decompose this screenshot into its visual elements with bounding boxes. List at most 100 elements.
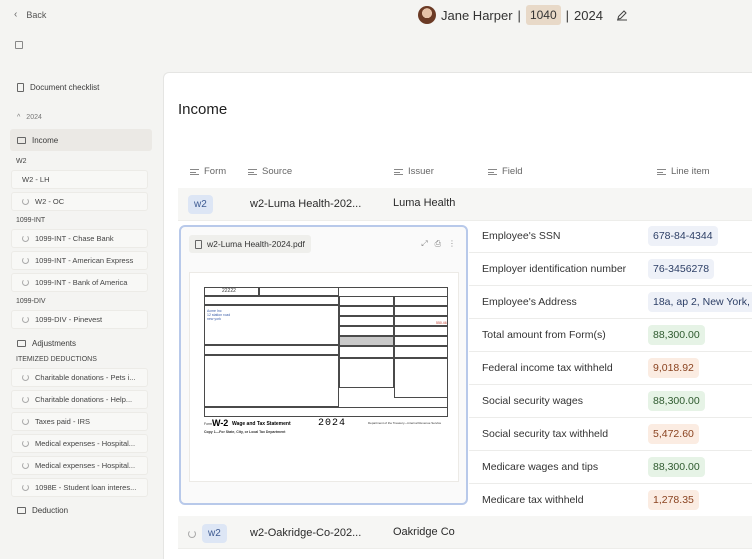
issuer-cell: Luma Health [393,197,456,209]
sidebar-item-1098e[interactable]: 1098E - Student loan interes... [11,478,148,497]
user-name: Jane Harper [441,7,513,23]
print-icon[interactable]: ⎙ [435,239,441,249]
column-header-label: Source [262,166,293,177]
column-header-field[interactable]: Field [488,166,523,177]
sidebar-item-label: Charitable donations - Pets i... [35,373,136,382]
sidebar-item-label: Adjustments [32,338,77,348]
sidebar-item-label: 1099-INT - Chase Bank [35,234,114,243]
sidebar-item-label: W2 - LH [22,175,50,184]
separator: | [565,7,570,23]
w2-title: W-2 [212,418,229,428]
line-item-value[interactable]: 88,300.00 [648,391,705,411]
sidebar-item-charity-help[interactable]: Charitable donations - Help... [11,390,148,409]
column-header-source[interactable]: Source [248,166,292,177]
sidebar-item-document-checklist[interactable]: Document checklist [10,77,152,97]
line-item-value[interactable]: 88,300.00 [648,457,705,477]
sidebar-item-int-amex[interactable]: 1099-INT - American Express [11,251,148,270]
sidebar-item-label: Medical expenses - Hospital... [35,439,136,448]
sidebar-item-label: 1099-INT - American Express [35,256,134,265]
sidebar-item-label: Medical expenses - Hospital... [35,461,136,470]
folder-icon [17,136,26,144]
client-header: Jane Harper | 1040 | 2024 [418,4,628,26]
sidebar-toggle-icon[interactable] [15,41,23,49]
line-item-value[interactable]: 88,300.00 [648,325,705,345]
column-header-line-item[interactable]: Line item [657,166,710,177]
line-item-value[interactable]: 678-84-4344 [648,226,718,246]
sidebar-item-int-chase[interactable]: 1099-INT - Chase Bank [11,229,148,248]
sidebar-item-int-boa[interactable]: 1099-INT - Bank of America [11,273,148,292]
sidebar-item-label: Charitable donations - Help... [35,395,133,404]
row-divider [469,450,752,451]
line-item-value[interactable]: 1,278.35 [648,490,699,510]
w2-subtitle: Wage and Tax Statement [232,421,291,427]
issuer-cell: Oakridge Co [393,526,455,538]
sidebar-item-label: 1098E - Student loan interes... [35,483,137,492]
w2-dept: Department of the Treasury—Internal Reve… [368,421,442,425]
w2-box-a: 22222 [222,288,236,294]
more-icon[interactable]: ⋮ [448,239,456,249]
chevron-up-icon: ^ [17,113,21,121]
sidebar-item-income[interactable]: Income [10,129,152,151]
sidebar: Document checklist ^ 2024 Income W2 W2 -… [10,77,152,520]
chevron-left-icon: ‹ [14,9,18,20]
sidebar-item-label: Taxes paid - IRS [35,417,91,426]
group-label-itemized: ITEMIZED DEDUCTIONS [16,356,97,363]
sidebar-item-adjustments[interactable]: Adjustments [10,333,152,353]
loading-spinner-icon [22,418,29,425]
row-divider [469,318,752,319]
sidebar-item-label: 1099-INT - Bank of America [35,278,128,287]
document-icon [17,82,24,92]
loading-spinner-icon [22,396,29,403]
line-item-value[interactable]: 5,472.60 [648,424,699,444]
field-label: Social security tax withheld [482,428,609,440]
document-preview[interactable]: w2-Luma Health-2024.pdf ⤢ ⎙ ⋮ 22222 Acme… [179,225,468,505]
preview-toolbar: ⤢ ⎙ ⋮ [421,239,456,249]
w2-year: 2024 [318,418,347,429]
page-title: Income [178,101,228,118]
column-header-form[interactable]: Form [190,166,226,177]
loading-spinner-icon [22,235,29,242]
preview-filename-tab: w2-Luma Health-2024.pdf [189,235,311,253]
expand-icon[interactable]: ⤢ [421,239,427,249]
w2-document-page: 22222 Acme Inc 12 station road new york … [189,272,459,482]
form-badge: 1040 [525,5,561,25]
row-divider [469,384,752,385]
sidebar-item-medical-2[interactable]: Medical expenses - Hospital... [11,456,148,475]
sidebar-item-label: Deduction [32,505,69,515]
field-label: Medicare wages and tips [482,461,599,473]
field-label: Total amount from Form(s) [482,329,606,341]
preview-filename: w2-Luma Health-2024.pdf [207,239,305,249]
sidebar-item-w2-oc[interactable]: W2 - OC [11,192,148,211]
loading-spinner-icon [188,530,196,538]
row-divider [469,252,752,253]
sidebar-item-taxes-irs[interactable]: Taxes paid - IRS [11,412,148,431]
line-item-value[interactable]: 76-3456278 [648,259,715,279]
tax-year: 2024 [574,7,603,23]
sidebar-item-w2-lh[interactable]: W2 - LH [11,170,148,189]
line-item-value[interactable]: 9,018.92 [648,358,699,378]
loading-spinner-icon [22,257,29,264]
loading-spinner-icon [22,316,29,323]
row-divider [469,483,752,484]
column-header-issuer[interactable]: Issuer [394,166,434,177]
loading-spinner-icon [22,279,29,286]
row-divider [469,285,752,286]
group-label-w2: W2 [16,158,27,165]
sidebar-item-label: Income [32,135,59,145]
line-item-value[interactable]: 18a, ap 2, New York, 1 [648,292,752,312]
sidebar-item-medical-1[interactable]: Medical expenses - Hospital... [11,434,148,453]
sidebar-item-deduction[interactable]: Deduction [10,500,152,520]
sidebar-year-toggle[interactable]: ^ 2024 [10,107,152,127]
back-button[interactable]: ‹ Back [14,9,46,20]
sort-icon [657,168,666,175]
form-chip: w2 [188,195,213,214]
form-chip: w2 [202,524,227,543]
loading-spinner-icon [22,374,29,381]
edit-icon[interactable] [616,9,628,21]
sidebar-item-charity-pets[interactable]: Charitable donations - Pets i... [11,368,148,387]
row-divider [469,417,752,418]
sidebar-item-div-pinevest[interactable]: 1099-DIV - Pinevest [11,310,148,329]
column-header-label: Form [204,166,227,177]
sort-icon [488,168,497,175]
column-header-label: Line item [671,166,710,177]
